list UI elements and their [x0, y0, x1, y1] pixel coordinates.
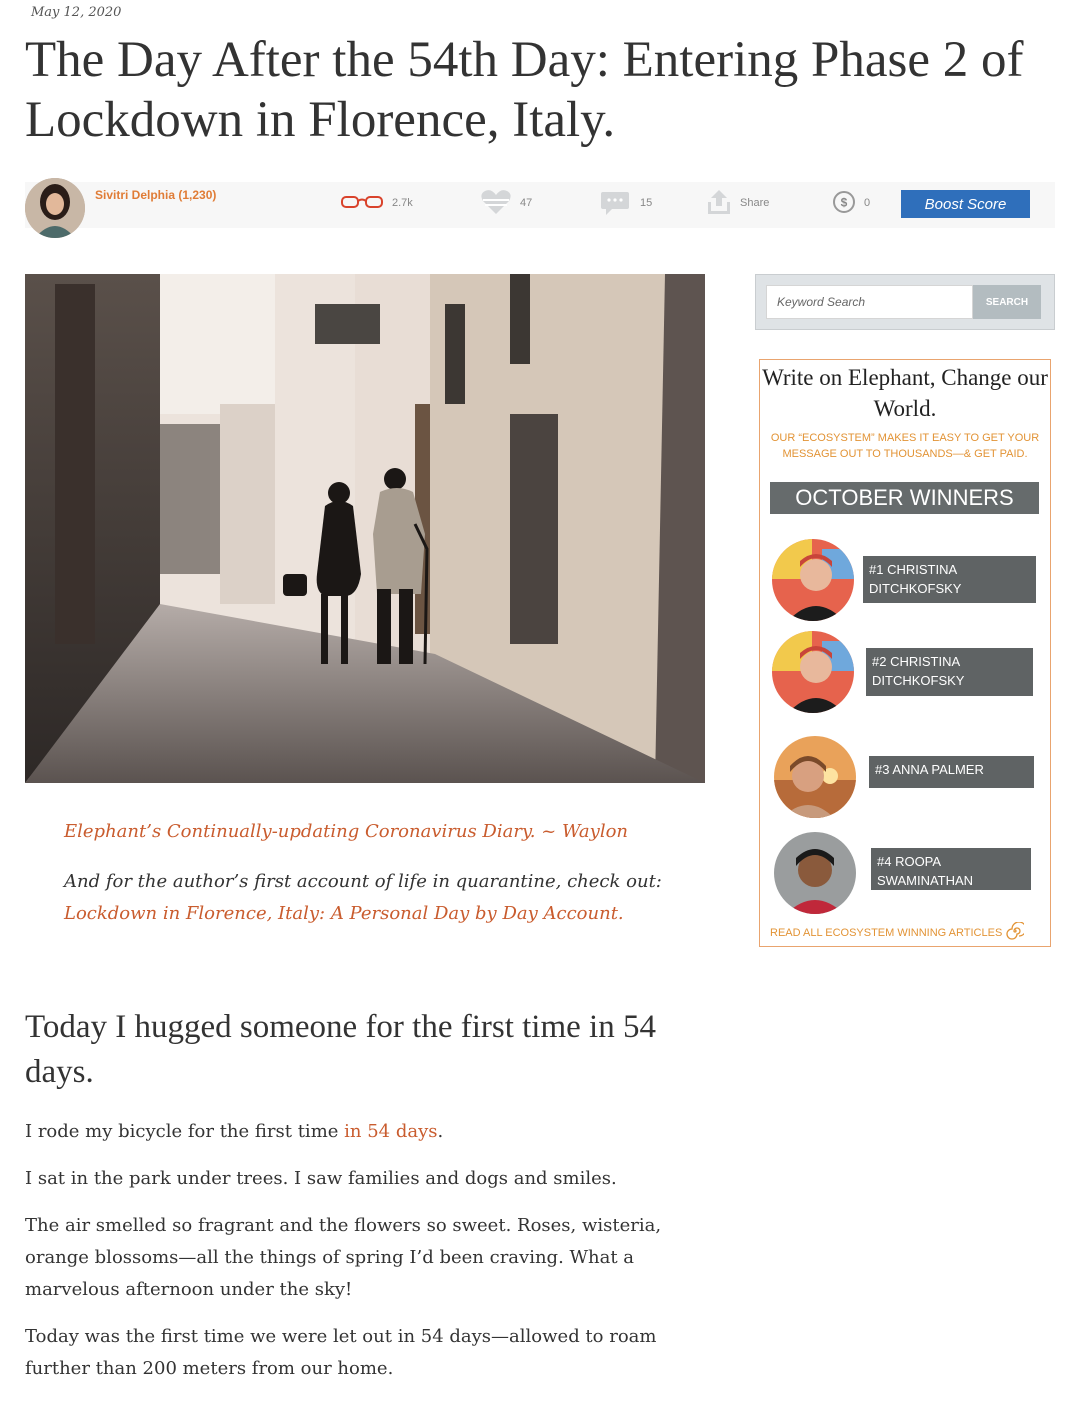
- intro-caption-text: And for the author’s first account of li…: [64, 871, 662, 892]
- diary-caption[interactable]: Elephant’s Continually-updating Coronavi…: [64, 821, 628, 842]
- winner-3-label[interactable]: #3 ANNA PALMER: [869, 756, 1034, 788]
- hearts-count: 47: [520, 197, 533, 209]
- dollar-icon: $: [832, 190, 856, 217]
- intro-caption: And for the author’s first account of li…: [64, 866, 694, 930]
- share-stat[interactable]: Share: [706, 189, 769, 217]
- author-avatar[interactable]: [25, 178, 85, 238]
- read-all-winners-link[interactable]: READ ALL ECOSYSTEM WINNING ARTICLES: [770, 921, 1027, 943]
- winner-1-avatar[interactable]: [772, 539, 854, 621]
- article-title: The Day After the 54th Day: Entering Pha…: [25, 32, 1024, 148]
- paragraph-1: I rode my bicycle for the first time in …: [25, 1116, 675, 1148]
- spiral-icon: [1006, 921, 1027, 943]
- article-date: May 12, 2020: [31, 5, 122, 20]
- paragraph-2: I sat in the park under trees. I saw fam…: [25, 1168, 617, 1189]
- search-button[interactable]: SEARCH: [973, 285, 1041, 319]
- in-54-days-link[interactable]: in 54 days: [344, 1121, 437, 1142]
- boost-score-button[interactable]: Boost Score: [901, 190, 1030, 218]
- glasses-icon: [340, 194, 384, 213]
- paragraph-3: The air smelled so fragrant and the flow…: [25, 1215, 662, 1300]
- comments-count: 15: [640, 197, 653, 209]
- score-stat: $ 0: [832, 189, 870, 217]
- article-subheading: Today I hugged someone for the first tim…: [25, 1009, 656, 1090]
- paragraph-1-text: I rode my bicycle for the first time: [25, 1121, 339, 1142]
- comments-stat[interactable]: 15: [600, 189, 652, 217]
- paragraph-1-end: .: [437, 1121, 444, 1142]
- heart-icon[interactable]: [480, 189, 512, 218]
- winner-2-label[interactable]: #2 CHRISTINA DITCHKOFSKY: [866, 648, 1033, 696]
- search-input[interactable]: Keyword Search: [766, 285, 973, 319]
- promo-subtext: OUR “ECOSYSTEM” MAKES IT EASY TO GET YOU…: [770, 432, 1040, 460]
- read-all-label[interactable]: READ ALL ECOSYSTEM WINNING ARTICLES: [770, 927, 1002, 939]
- paragraph-4: Today was the first time we were let out…: [25, 1326, 657, 1379]
- hearts-stat[interactable]: 47: [480, 189, 532, 217]
- comment-icon[interactable]: [600, 189, 632, 218]
- score-count: 0: [864, 197, 871, 209]
- svg-text:$: $: [841, 195, 848, 209]
- promo-heading: Write on Elephant, Change our World.: [762, 365, 1048, 421]
- winner-4-avatar[interactable]: [774, 832, 856, 914]
- winners-title: OCTOBER WINNERS: [770, 482, 1039, 514]
- winner-2-avatar[interactable]: [772, 631, 854, 713]
- share-icon[interactable]: [706, 188, 732, 219]
- winner-4-label[interactable]: #4 ROOPA SWAMINATHAN: [871, 848, 1031, 890]
- lockdown-account-link[interactable]: Lockdown in Florence, Italy: A Personal …: [64, 903, 624, 924]
- hero-image: [25, 274, 705, 783]
- share-label[interactable]: Share: [740, 197, 769, 209]
- winner-1-label[interactable]: #1 CHRISTINA DITCHKOFSKY: [863, 556, 1036, 603]
- reads-count: 2.7k: [392, 197, 413, 209]
- winner-3-avatar[interactable]: [774, 736, 856, 818]
- author-name[interactable]: Sivitri Delphia (1,230): [95, 188, 216, 202]
- reads-stat: 2.7k: [340, 189, 413, 217]
